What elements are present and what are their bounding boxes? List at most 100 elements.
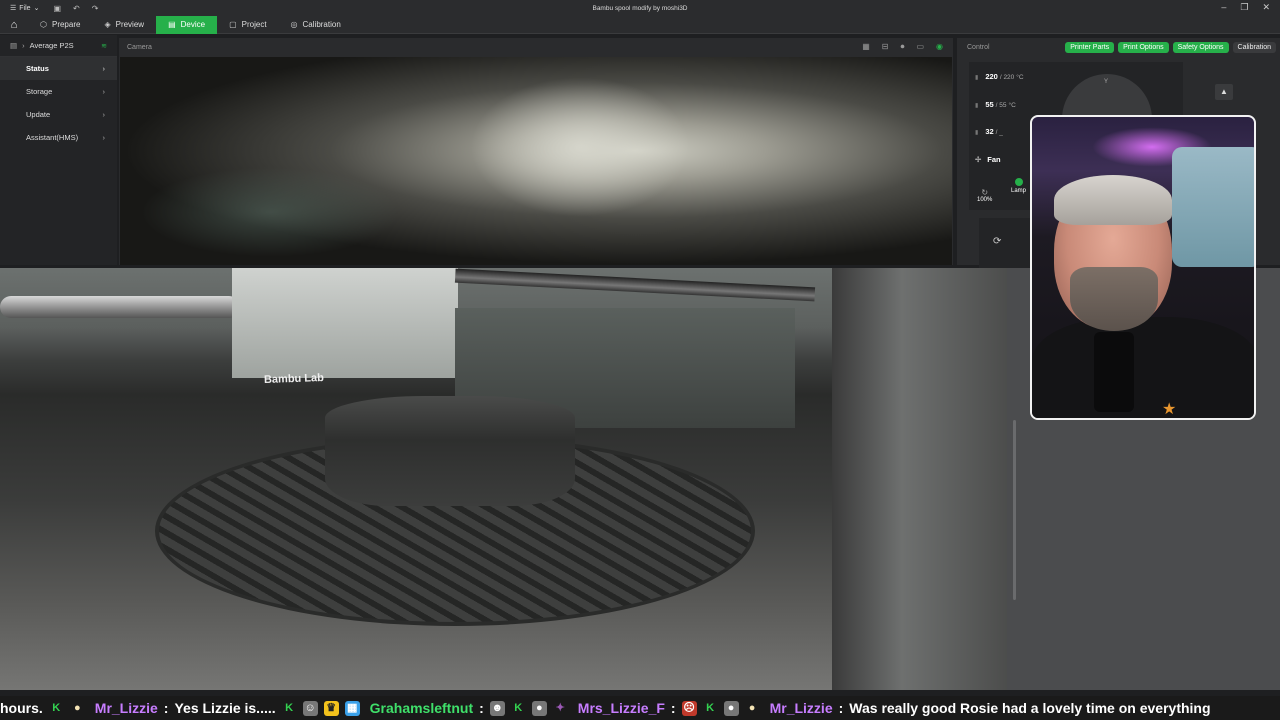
tab-preview[interactable]: ◈ Preview (92, 16, 156, 34)
streamer-body (1032, 317, 1254, 418)
z-up-button[interactable]: ▲ (1215, 84, 1233, 100)
tab-prepare[interactable]: ⬡ Prepare (28, 16, 92, 34)
title-bar: ☰ File ⌄ ▣ ↶ ↷ Bambu spool modify by mos… (0, 0, 1280, 16)
side-wall (832, 268, 1007, 690)
bambu-studio-window: ☰ File ⌄ ▣ ↶ ↷ Bambu spool modify by mos… (0, 0, 1280, 720)
k-emote-icon: K (706, 701, 715, 714)
main-nav: ⌂ ⬡ Prepare ◈ Preview ▤ Device ▢ Project… (0, 15, 1280, 34)
cube-icon: ⬡ (40, 20, 47, 29)
home-icon[interactable]: ⌂ (0, 19, 28, 31)
chat-ticker: hours. K ● Mr_Lizzie : Yes Lizzie is....… (0, 696, 1280, 720)
speed-control[interactable]: ↻ 100% (977, 188, 992, 203)
tab-calibration[interactable]: ◎ Calibration (279, 16, 353, 34)
egg-emote-icon: ● (748, 701, 756, 714)
nozzle-temp-unit: °C (1016, 74, 1024, 81)
chat-username: Grahamsleftnut (369, 700, 474, 716)
tab-calibration-label: Calibration (302, 20, 341, 29)
chat-username: Mrs_Lizzie_F (577, 700, 665, 716)
fan-label: Fan (987, 155, 1001, 164)
camera-header: Camera ▦ ⊟ ⏺ ▭ ◉ (119, 38, 953, 56)
timelapse-icon[interactable]: ⏺ (900, 42, 904, 52)
k-emote-icon: K (52, 701, 61, 714)
undo-icon[interactable]: ↶ (73, 4, 80, 13)
printer-icon: ▤ (168, 20, 176, 29)
blurred-shadow (140, 167, 400, 257)
wifi-icon: ≋ (101, 42, 107, 50)
close-icon[interactable]: ✕ (1262, 2, 1270, 13)
layers-icon: ◈ (104, 20, 111, 29)
brand-label: Bambu Lab (263, 371, 325, 387)
file-menu-label: File (19, 4, 31, 12)
file-menu[interactable]: ☰ File ⌄ (0, 4, 40, 13)
nozzle-temp[interactable]: ▮ 220 / 220 °C (975, 72, 1024, 81)
streamer-beard (1070, 267, 1158, 331)
device-sidebar: ▤ › Average P2S ≋ Status › Storage › Upd… (0, 35, 117, 265)
lamp-icon (1014, 178, 1023, 186)
sidebar-item-label: Assistant(HMS) (26, 133, 79, 142)
printer-icon: ▤ (10, 41, 18, 50)
tab-project[interactable]: ▢ Project (217, 16, 278, 34)
scrollbar[interactable] (1013, 420, 1016, 600)
sidebar-item-storage[interactable]: Storage › (0, 80, 117, 103)
egg-emote-icon: ● (73, 701, 81, 714)
tab-device-label: Device (180, 20, 206, 29)
camera-icon[interactable]: ▭ (916, 42, 924, 52)
streamer-hair (1054, 175, 1172, 225)
rotate-icon[interactable]: ⟳ (993, 236, 1001, 247)
sidebar-item-update[interactable]: Update › (0, 103, 117, 126)
control-header: Control Printer Parts Print Options Safe… (957, 38, 1280, 56)
redo-icon[interactable]: ↷ (92, 4, 99, 13)
sidebar-item-assistant[interactable]: Assistant(HMS) › (0, 126, 117, 149)
sidebar-item-status[interactable]: Status › (0, 57, 117, 80)
printer-chamber-view: Bambu Lab (0, 268, 1007, 690)
chamber-temp[interactable]: ▮ 32 / _ (975, 127, 1003, 136)
chat-message: Yes Lizzie is..... (174, 700, 276, 716)
camera-panel: Camera ▦ ⊟ ⏺ ▭ ◉ (119, 38, 953, 265)
printer-parts-button[interactable]: Printer Parts (1065, 41, 1115, 53)
nozzle-temp-target: / 220 (999, 74, 1015, 81)
printed-spool-hub (325, 396, 575, 506)
toolhead (232, 268, 458, 378)
speed-icon: ↻ (981, 188, 989, 197)
record-icon[interactable]: ⊟ (882, 42, 889, 52)
live-view-icon[interactable]: ◉ (936, 42, 943, 52)
tab-device[interactable]: ▤ Device (156, 15, 218, 34)
nozzle-temp-current: 220 (985, 72, 998, 81)
crown-emote-icon: ♛ (323, 700, 339, 716)
printer-name: Average P2S (29, 41, 74, 50)
ptfe-tube (0, 296, 240, 318)
fan-control[interactable]: ✢ Fan (975, 155, 1001, 164)
album-icon[interactable]: ▦ (862, 42, 870, 52)
lamp-toggle[interactable]: Lamp (1011, 178, 1026, 194)
printer-selector[interactable]: ▤ › Average P2S ≋ (0, 35, 117, 57)
chevron-right-icon: › (102, 110, 106, 119)
chat-username: Mr_Lizzie (769, 700, 833, 716)
save-icon[interactable]: ▣ (53, 4, 61, 13)
bird-emote-icon: ✦ (555, 701, 565, 714)
ticker-prefix: hours. (0, 700, 43, 716)
face-emote-icon: ☺ (302, 700, 318, 716)
k-emote-icon: K (514, 701, 523, 714)
nozzle-icon: ▮ (975, 75, 979, 81)
chamber-temp-target: / _ (995, 129, 1003, 136)
sidebar-item-label: Status (26, 64, 49, 73)
bed-temp[interactable]: ▮ 55 / 55 °C (975, 100, 1016, 109)
minimize-icon[interactable]: – (1221, 2, 1226, 13)
print-options-button[interactable]: Print Options (1118, 41, 1169, 53)
maximize-icon[interactable]: ❐ (1240, 2, 1248, 13)
safety-options-button[interactable]: Safety Options (1172, 41, 1229, 53)
chat-username: Mr_Lizzie (94, 700, 158, 716)
chevron-down-icon: ⌄ (33, 5, 40, 12)
background-object (1172, 147, 1254, 267)
calibration-button[interactable]: Calibration (1232, 41, 1276, 53)
sidebar-item-label: Update (26, 110, 51, 119)
lamp-label: Lamp (1011, 188, 1027, 194)
window-title: Bambu spool modify by moshi3D (592, 4, 688, 12)
folder-icon: ▢ (229, 20, 237, 29)
star-icon: ★ (1162, 401, 1177, 418)
target-icon: ◎ (290, 20, 298, 29)
chevron-right-icon: › (102, 87, 106, 96)
dial-axis-label: Y (1104, 79, 1109, 85)
tab-preview-label: Preview (115, 20, 145, 29)
bed-icon: ▮ (975, 103, 979, 109)
